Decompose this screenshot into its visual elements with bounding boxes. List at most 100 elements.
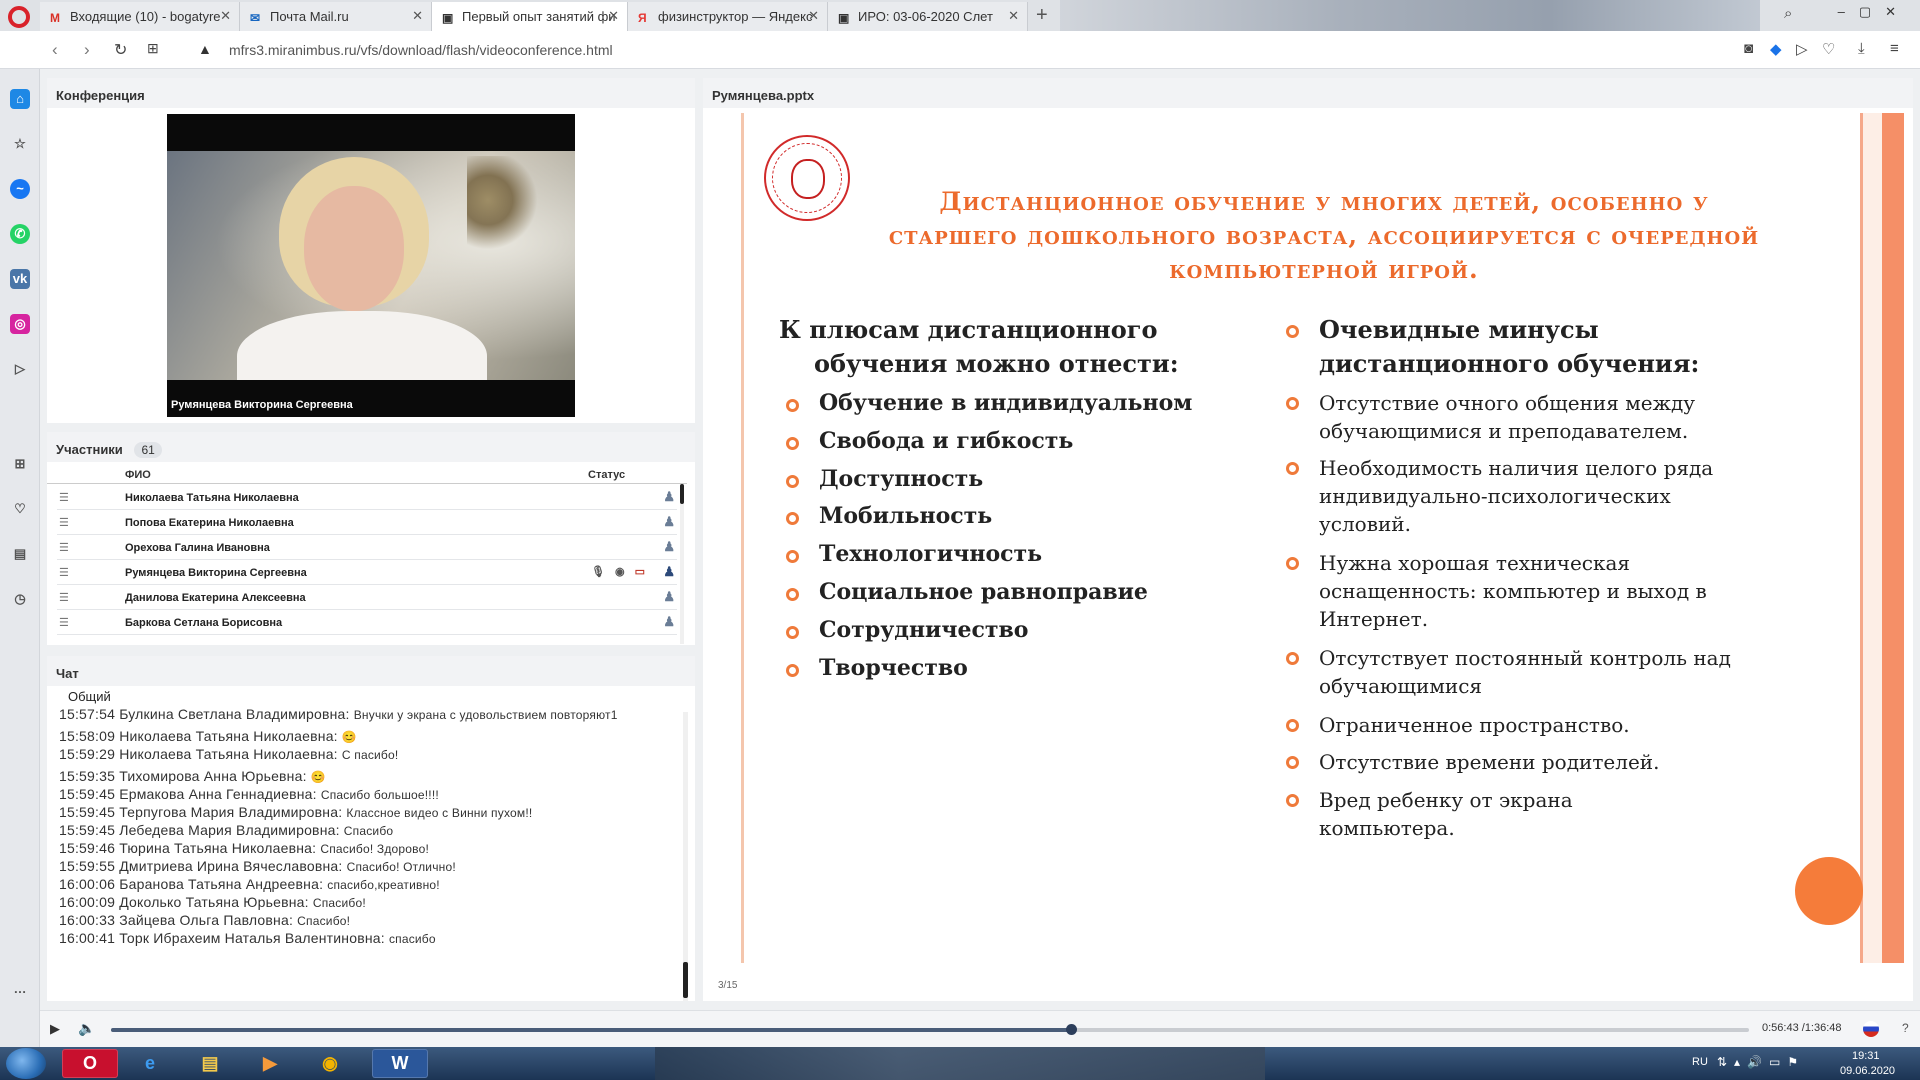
volume-icon[interactable]: 🔈 (78, 1020, 95, 1037)
tab-iro[interactable]: ▣ ИРО: 03-06-2020 Слет ✕ (828, 2, 1028, 31)
participant-row[interactable]: ☰ Румянцева Викторина Сергеевна 🎙◉▭ ♟ (57, 560, 677, 585)
message-text: спасибо,креативно! (327, 878, 440, 892)
pros-item: Творчество (819, 655, 968, 681)
close-tab-icon[interactable]: ✕ (1008, 8, 1019, 24)
participant-row[interactable]: ☰ Баркова Сетлана Борисовна ♟ (57, 610, 677, 635)
history-icon[interactable]: ◷ (10, 589, 30, 609)
drag-handle-icon[interactable]: ☰ (59, 491, 69, 504)
reload-icon[interactable]: ↻ (114, 40, 127, 60)
chat-message: 15:59:35 Тихомирова Анна Юрьевна: 😊 (59, 768, 326, 784)
flow-icon[interactable]: ▷ (10, 359, 30, 379)
instagram-icon[interactable]: ◎ (10, 314, 30, 334)
bullet-icon (786, 626, 799, 639)
tab-conference[interactable]: ▣ Первый опыт занятий фи ✕ (432, 2, 628, 31)
message-author: Доколько Татьяна Юрьевна: (119, 894, 309, 910)
close-tab-icon[interactable]: ✕ (608, 8, 619, 24)
home-icon[interactable]: ⌂ (10, 89, 30, 109)
messenger-icon[interactable]: ~ (10, 179, 30, 199)
media-status-icons[interactable]: 🎙◉▭ (591, 565, 655, 578)
participant-row[interactable]: ☰ Данилова Екатерина Алексеевна ♟ (57, 585, 677, 610)
participant-row[interactable]: ☰ Николаева Татьяна Николаевна ♟ (57, 485, 677, 510)
tab-yandex[interactable]: Яфизинструктор — Яндекс ✕ (628, 2, 828, 31)
participants-scrollbar[interactable] (680, 484, 684, 644)
whatsapp-icon[interactable]: ✆ (10, 224, 30, 244)
word-icon[interactable]: W (372, 1049, 428, 1078)
bullet-icon (786, 512, 799, 525)
keyboard-language[interactable]: RU (1692, 1056, 1708, 1068)
play-icon[interactable]: ▶ (50, 1021, 60, 1037)
video-feed[interactable]: Румянцева Викторина Сергеевна (167, 114, 575, 417)
drag-handle-icon[interactable]: ☰ (59, 516, 69, 529)
download-icon[interactable]: ⤓ (1858, 40, 1865, 57)
presenter-status-icon: ♟ (663, 564, 675, 579)
security-warning-icon[interactable]: ▲ (198, 41, 212, 57)
url-field[interactable]: mfrs3.miranimbus.ru/vfs/download/flash/v… (229, 42, 613, 58)
drag-handle-icon[interactable]: ☰ (59, 616, 69, 629)
start-button[interactable] (6, 1048, 46, 1079)
back-icon[interactable]: ‹ (52, 40, 58, 60)
heart-icon[interactable]: ♡ (1822, 40, 1835, 58)
clock-date[interactable]: 09.06.2020 (1840, 1065, 1895, 1077)
chat-message: 15:59:29 Николаева Татьяна Николаевна: С… (59, 746, 398, 762)
address-bar: ‹ › ↻ ⊞ ▲ mfrs3.miranimbus.ru/vfs/downlo… (0, 31, 1920, 69)
search-tabs-icon[interactable]: ⌕ (1784, 5, 1792, 22)
chat-scrollbar[interactable] (683, 712, 688, 1001)
media-player-icon[interactable]: ▶ (242, 1049, 298, 1078)
message-text: Спасибо! (297, 914, 351, 928)
drag-handle-icon[interactable]: ☰ (59, 591, 69, 604)
system-tray-icons[interactable]: ⇅▴🔊▭⚑ (1717, 1055, 1805, 1069)
file-explorer-icon[interactable]: ▤ (182, 1049, 238, 1078)
bookmarks-icon[interactable]: ♡ (10, 499, 30, 519)
playback-progress[interactable] (111, 1024, 1749, 1035)
message-time: 15:59:29 (59, 746, 116, 762)
close-tab-icon[interactable]: ✕ (412, 8, 423, 24)
video-caption: Румянцева Викторина Сергеевна (171, 399, 353, 411)
send-icon[interactable]: ▷ (1796, 40, 1808, 58)
chat-tab-general[interactable]: Общий (59, 686, 131, 706)
microphone-icon[interactable]: 🎙 (591, 566, 615, 578)
tab-label: ИРО: 03-06-2020 Слет (858, 9, 993, 24)
chat-message: 15:57:54 Булкина Светлана Владимировна: … (59, 706, 618, 722)
close-tab-icon[interactable]: ✕ (220, 8, 231, 24)
forward-icon[interactable]: › (84, 40, 90, 60)
participants-count-badge: 61 (134, 442, 162, 458)
clock-time[interactable]: 19:31 (1852, 1050, 1880, 1062)
vk-icon[interactable]: vk (10, 269, 30, 289)
camera-icon[interactable]: ◉ (615, 566, 635, 578)
new-tab-icon[interactable]: + (1036, 4, 1048, 27)
more-icon[interactable]: … (10, 979, 30, 999)
tab-mailru[interactable]: ✉ Почта Mail.ru ✕ (240, 2, 432, 31)
chat-message: 15:58:09 Николаева Татьяна Николаевна: 😊 (59, 728, 357, 744)
speed-dial-icon[interactable]: ☆ (10, 134, 30, 154)
close-tab-icon[interactable]: ✕ (808, 8, 819, 24)
chat-message: 15:59:55 Дмитриева Ирина Вячеславовна: С… (59, 858, 456, 874)
message-author: Булкина Светлана Владимировна: (119, 706, 350, 722)
column-status[interactable]: Статус (588, 469, 625, 481)
screen-icon[interactable]: ▭ (635, 566, 655, 578)
help-icon[interactable]: ? (1902, 1021, 1909, 1035)
participant-row[interactable]: ☰ Попова Екатерина Николаевна ♟ (57, 510, 677, 535)
opera-menu-icon[interactable] (8, 6, 30, 28)
playback-bar: ▶ 🔈 0:56:43 /1:36:48 ? (40, 1010, 1920, 1047)
tabs-grid-icon[interactable]: ⊞ (147, 40, 159, 57)
adblock-icon[interactable]: ◆ (1770, 40, 1782, 58)
opera-taskbar-icon[interactable]: O (62, 1049, 118, 1078)
drag-handle-icon[interactable]: ☰ (59, 566, 69, 579)
progress-handle[interactable] (1065, 1024, 1077, 1035)
window-controls[interactable]: ‒▢✕ (1838, 4, 1910, 20)
drag-handle-icon[interactable]: ☰ (59, 541, 69, 554)
message-time: 16:00:09 (59, 894, 116, 910)
tab-gmail[interactable]: M Входящие (10) - bogatyre ✕ (40, 2, 240, 31)
participant-row[interactable]: ☰ Орехова Галина Ивановна ♟ (57, 535, 677, 560)
extensions-icon[interactable]: ⊞ (10, 454, 30, 474)
bear-icon (791, 159, 825, 199)
menu-icon[interactable]: ≡ (1890, 40, 1899, 57)
chrome-icon[interactable]: ◉ (302, 1049, 358, 1078)
russian-flag-icon[interactable] (1863, 1021, 1879, 1037)
browser-tab-bar: M Входящие (10) - bogatyre ✕ ✉ Почта Mail.… (0, 0, 1920, 31)
message-author: Тюрина Татьяна Николаевна: (119, 840, 317, 856)
internet-explorer-icon[interactable]: e (122, 1049, 178, 1078)
snapshot-icon[interactable]: ◙ (1744, 40, 1753, 57)
news-icon[interactable]: ▤ (10, 544, 30, 564)
column-name[interactable]: ФИО (125, 469, 151, 481)
